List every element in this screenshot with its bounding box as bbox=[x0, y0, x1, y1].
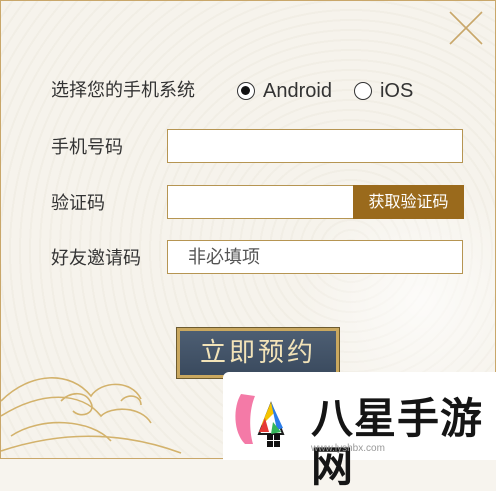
phone-input[interactable] bbox=[167, 129, 463, 163]
android-radio-label[interactable]: Android bbox=[263, 80, 332, 103]
os-select-label: 选择您的手机系统 bbox=[51, 80, 195, 101]
verification-row: 验证码 获取验证码 bbox=[1, 185, 496, 225]
invite-row: 好友邀请码 bbox=[1, 240, 496, 280]
watermark-logo-icon bbox=[235, 394, 285, 447]
os-select-row: 选择您的手机系统 Android iOS bbox=[1, 79, 496, 119]
dialog-frame: 选择您的手机系统 Android iOS 手机号码 验证码 获取验证码 好友邀请… bbox=[0, 0, 496, 491]
verification-code-input[interactable] bbox=[167, 185, 355, 219]
android-radio[interactable]: Android bbox=[237, 80, 332, 103]
watermark-url: www.lyshbx.com bbox=[311, 443, 385, 454]
verification-label: 验证码 bbox=[51, 193, 105, 214]
ios-radio[interactable]: iOS bbox=[353, 80, 413, 103]
cloud-decoration bbox=[1, 377, 182, 454]
radio-unchecked-icon[interactable] bbox=[353, 82, 372, 100]
get-code-button[interactable]: 获取验证码 bbox=[353, 185, 464, 219]
invite-code-input[interactable] bbox=[167, 240, 463, 274]
phone-row: 手机号码 bbox=[1, 129, 496, 169]
radio-checked-icon[interactable] bbox=[237, 82, 255, 100]
phone-label: 手机号码 bbox=[51, 137, 123, 158]
os-radio-group: Android iOS bbox=[237, 79, 435, 103]
close-icon[interactable] bbox=[447, 9, 485, 47]
ios-radio-label[interactable]: iOS bbox=[380, 80, 413, 103]
invite-code-label: 好友邀请码 bbox=[51, 248, 141, 269]
